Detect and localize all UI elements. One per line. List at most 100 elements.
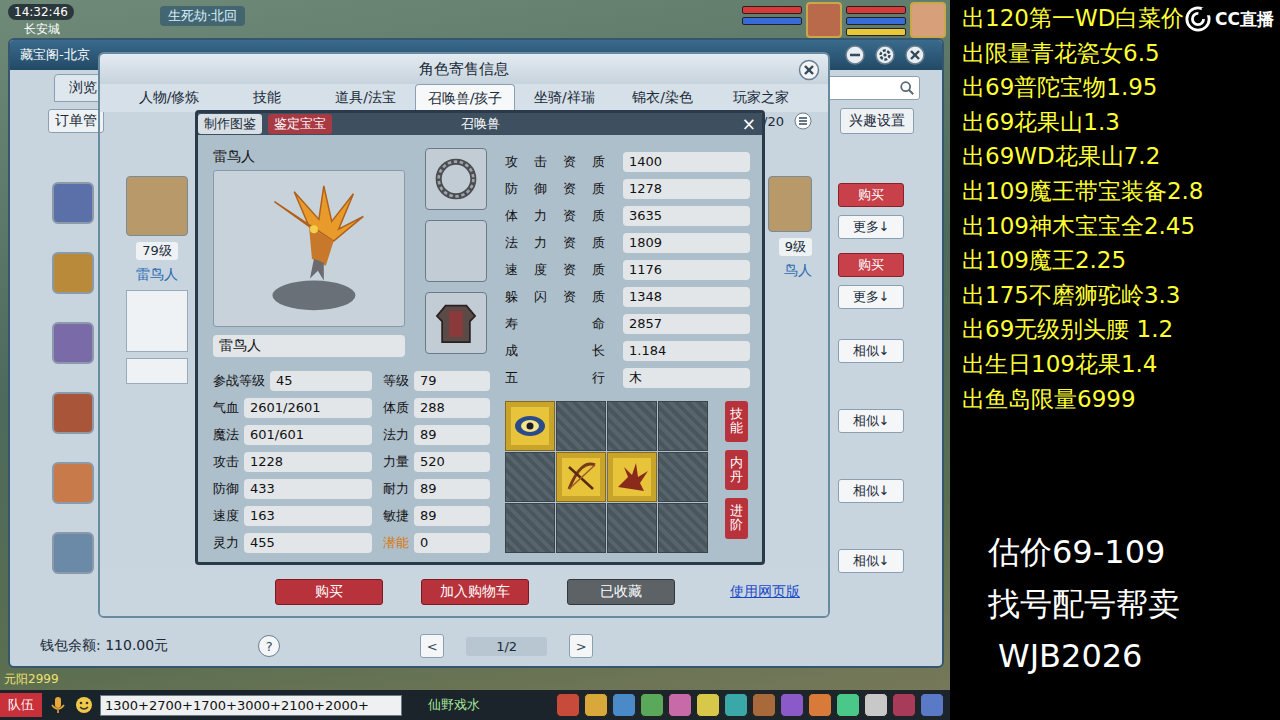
toolbar-icon[interactable] xyxy=(584,693,608,717)
aptitude-row: 成长1.184 xyxy=(505,337,750,364)
skill-slot[interactable] xyxy=(505,401,555,451)
toolbar-icon[interactable] xyxy=(864,693,888,717)
listing-row[interactable] xyxy=(52,386,98,456)
action-group: 购买更多↓ xyxy=(838,246,904,316)
team-button[interactable]: 队伍 xyxy=(0,693,42,717)
sale-tab[interactable]: 坐骑/祥瑞 xyxy=(515,84,613,112)
pet-side-button[interactable]: 进阶 xyxy=(725,498,748,539)
close-icon[interactable] xyxy=(798,59,820,81)
toolbar-icon[interactable] xyxy=(668,693,692,717)
sale-action-button[interactable]: 购买 xyxy=(275,579,383,605)
equipment-slot[interactable] xyxy=(425,292,487,354)
pet-name-field[interactable]: 雷鸟人 xyxy=(213,335,405,357)
listing-row[interactable] xyxy=(52,176,98,246)
sale-action-button[interactable]: 使用网页版 xyxy=(723,580,807,604)
skill-slot[interactable] xyxy=(556,503,606,553)
settings-icon[interactable] xyxy=(874,44,896,66)
scene-label: 仙野戏水 xyxy=(428,696,480,714)
listing-row[interactable] xyxy=(52,316,98,386)
close-icon[interactable] xyxy=(904,44,926,66)
listing-row[interactable] xyxy=(52,526,98,596)
sale-tab[interactable]: 玩家之家 xyxy=(712,84,810,112)
skill-slot[interactable] xyxy=(607,401,657,451)
list-icon[interactable] xyxy=(794,112,812,130)
microphone-icon[interactable] xyxy=(48,695,68,715)
toolbar-icon[interactable] xyxy=(752,693,776,717)
chat-input[interactable]: 1300+2700+1700+3000+2100+2000+ xyxy=(100,695,402,716)
skill-slot[interactable] xyxy=(658,401,708,451)
listing-action-button[interactable]: 相似↓ xyxy=(838,479,904,503)
toolbar-icon[interactable] xyxy=(724,693,748,717)
interest-button[interactable]: 兴趣设置 xyxy=(840,108,914,134)
sale-tab[interactable]: 人物/修炼 xyxy=(120,84,218,112)
promo-block: 估价69-109找号配号帮卖WJB2026 xyxy=(962,526,1280,682)
pet-side-button[interactable]: 技能 xyxy=(725,401,748,442)
character-avatar-icon[interactable] xyxy=(52,532,94,574)
toolbar-icon[interactable] xyxy=(836,693,860,717)
skill-slot[interactable] xyxy=(658,452,708,502)
listing-action-button[interactable]: 相似↓ xyxy=(838,409,904,433)
toolbar-icon[interactable] xyxy=(696,693,720,717)
listing-card[interactable]: 9级鸟人 xyxy=(766,176,812,280)
character-avatar-icon[interactable] xyxy=(52,322,94,364)
prev-page-button[interactable]: < xyxy=(420,634,444,658)
listing-action-button[interactable]: 购买 xyxy=(838,253,904,277)
skill-slot[interactable] xyxy=(607,503,657,553)
sale-tab[interactable]: 锦衣/染色 xyxy=(613,84,711,112)
sale-action-button[interactable]: 已收藏 xyxy=(567,579,675,605)
skill-slot[interactable] xyxy=(505,452,555,502)
sale-tab[interactable]: 召唤兽/孩子 xyxy=(415,84,515,112)
listing-action-button[interactable]: 更多↓ xyxy=(838,215,904,239)
mp-bar xyxy=(742,17,802,25)
character-avatar-icon[interactable] xyxy=(52,462,94,504)
help-button[interactable]: ? xyxy=(258,635,280,657)
listing-row[interactable] xyxy=(52,456,98,526)
character-avatar-icon[interactable] xyxy=(52,392,94,434)
close-button[interactable]: × xyxy=(742,116,756,133)
skill-slot[interactable] xyxy=(658,503,708,553)
toolbar-icon[interactable] xyxy=(808,693,832,717)
city-label: 长安城 xyxy=(8,21,60,38)
minimize-icon[interactable] xyxy=(844,44,866,66)
search-icon[interactable] xyxy=(899,80,915,96)
character-avatar-icon[interactable] xyxy=(52,252,94,294)
toolbar-icon[interactable] xyxy=(612,693,636,717)
emoji-icon[interactable] xyxy=(74,695,94,715)
equipment-slot[interactable] xyxy=(425,148,487,210)
listing-action-button[interactable]: 购买 xyxy=(838,183,904,207)
toolbar-icon[interactable] xyxy=(556,693,580,717)
aptitude-value: 1.184 xyxy=(623,341,750,361)
sale-tab[interactable]: 技能 xyxy=(218,84,316,112)
pet-aptitudes: 攻击资质1400防御资质1278体力资质3635法力资质1809速度资质1176… xyxy=(505,148,750,556)
order-field[interactable]: 订单管 xyxy=(48,109,104,133)
sale-action-button[interactable]: 加入购物车 xyxy=(421,579,529,605)
next-page-button[interactable]: > xyxy=(569,634,593,658)
listing-row[interactable] xyxy=(52,246,98,316)
player-portrait[interactable] xyxy=(910,2,946,38)
listing-action-button[interactable]: 相似↓ xyxy=(838,549,904,573)
toolbar-icon[interactable] xyxy=(892,693,916,717)
toolbar-icon[interactable] xyxy=(780,693,804,717)
toolbar-icon[interactable] xyxy=(920,693,944,717)
seller-column xyxy=(52,176,98,596)
skill-slot[interactable] xyxy=(505,503,555,553)
toolbar-icon[interactable] xyxy=(640,693,664,717)
character-avatar-icon[interactable] xyxy=(52,182,94,224)
pet-side-button[interactable]: 内丹 xyxy=(725,450,748,491)
equipment-slot[interactable] xyxy=(425,220,487,282)
pet-tool-button[interactable]: 鉴定宝宝 xyxy=(268,114,332,134)
skill-slot[interactable] xyxy=(607,452,657,502)
pet-tool-button[interactable]: 制作图鉴 xyxy=(198,114,262,134)
sale-actions: 购买 加入购物车 已收藏 使用网页版 xyxy=(100,568,828,616)
skill-slot[interactable] xyxy=(556,401,606,451)
listing-action-button[interactable]: 相似↓ xyxy=(838,339,904,363)
sale-tab[interactable]: 道具/法宝 xyxy=(317,84,415,112)
pet-window: 制作图鉴鉴定宝宝召唤兽×雷鸟人雷鸟人参战等级45等级79气血2601/2601体… xyxy=(195,110,765,565)
pet-portrait[interactable] xyxy=(806,2,842,38)
aptitude-label: 五行 xyxy=(505,369,605,387)
search-field[interactable] xyxy=(824,76,920,100)
skill-slot[interactable] xyxy=(556,452,606,502)
listing-card[interactable]: 79级雷鸟人 xyxy=(126,176,188,384)
listing-action-button[interactable]: 更多↓ xyxy=(838,285,904,309)
stat-row: 气血2601/2601体质288 xyxy=(213,394,490,421)
